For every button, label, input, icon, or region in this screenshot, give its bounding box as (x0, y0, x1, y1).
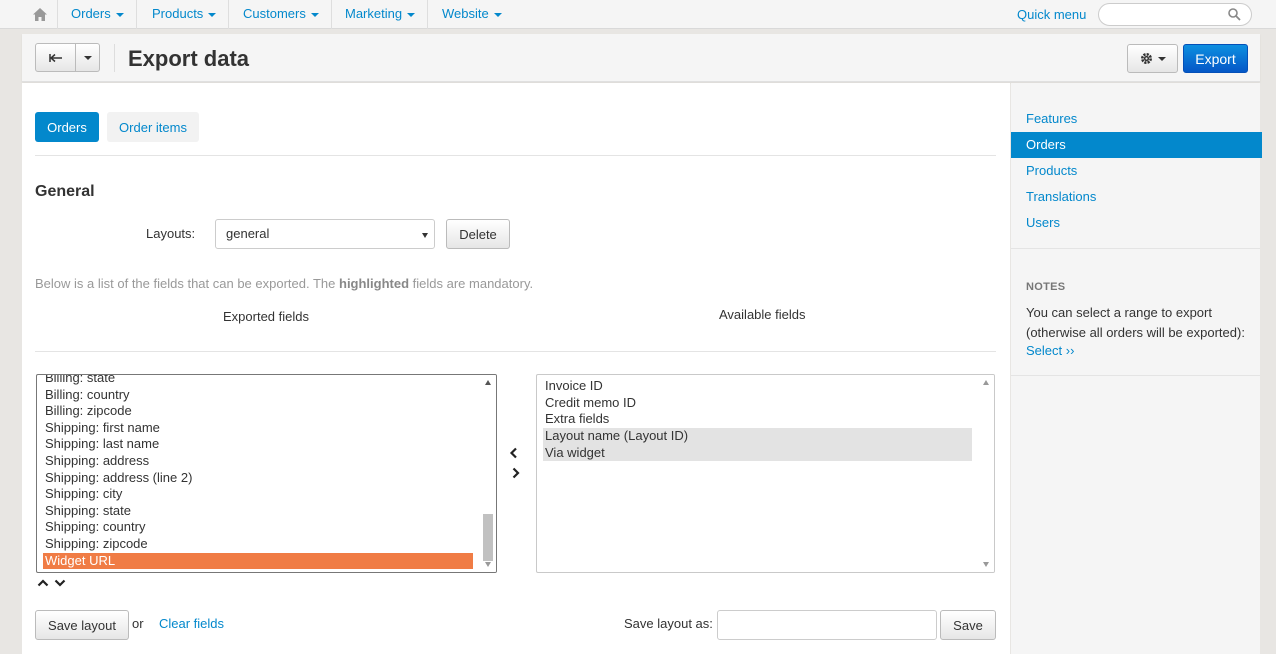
export-button[interactable]: Export (1183, 44, 1248, 73)
help-text: Below is a list of the fields that can b… (35, 276, 533, 291)
list-item[interactable]: Shipping: zipcode (43, 536, 148, 553)
top-navigation: Orders Products Customers Marketing Webs… (0, 0, 1276, 29)
quick-menu-link[interactable]: Quick menu (1017, 0, 1086, 29)
scroll-down-icon[interactable] (983, 562, 989, 567)
divider (35, 155, 996, 156)
list-item[interactable]: Shipping: last name (43, 436, 159, 453)
list-item-selected[interactable]: Widget URL (43, 552, 473, 570)
divider (114, 44, 115, 72)
list-item-selected[interactable]: Layout name (Layout ID) (543, 428, 972, 445)
divider (35, 351, 996, 352)
scroll-thumb[interactable] (483, 514, 493, 561)
home-icon (32, 8, 47, 21)
sidebar-item-features[interactable]: Features (1011, 106, 1262, 132)
scrollbar[interactable] (979, 375, 994, 572)
list-item[interactable]: Billing: state (43, 375, 115, 387)
layouts-select-value: general (226, 226, 270, 241)
sidebar-item-orders[interactable]: Orders (1011, 132, 1262, 158)
scroll-up-icon[interactable] (485, 380, 491, 385)
list-item[interactable]: Shipping: first name (43, 420, 160, 437)
list-item[interactable]: Billing: country (43, 387, 130, 404)
divider (1011, 248, 1260, 249)
notes-text: You can select a range to export (otherw… (1026, 305, 1245, 340)
list-item[interactable]: Shipping: country (43, 519, 145, 536)
nav-customers-label: Customers (243, 6, 306, 21)
chevron-down-icon (493, 12, 502, 17)
move-down-icon[interactable] (54, 578, 66, 588)
tab-orders[interactable]: Orders (35, 112, 99, 142)
move-right-icon[interactable] (511, 467, 521, 479)
section-title-general: General (35, 183, 95, 200)
exported-fields-label: Exported fields (223, 309, 309, 324)
available-fields-list[interactable]: Invoice ID Credit memo ID Extra fields L… (536, 374, 995, 573)
save-layout-button[interactable]: Save layout (35, 610, 129, 640)
sidebar: Features Orders Products Translations Us… (1011, 83, 1262, 654)
chevron-down-icon (1157, 56, 1166, 61)
available-fields-label: Available fields (719, 307, 806, 322)
chevron-down-icon (83, 55, 92, 60)
tab-order-items[interactable]: Order items (107, 112, 199, 142)
sidebar-item-users[interactable]: Users (1011, 210, 1262, 236)
scrollbar[interactable] (481, 375, 496, 572)
exported-fields-list[interactable]: Billing: state Billing: country Billing:… (36, 374, 497, 573)
gear-icon (1140, 53, 1152, 64)
nav-orders-label: Orders (71, 6, 111, 21)
move-left-icon[interactable] (509, 447, 519, 459)
nav-website[interactable]: Website (430, 0, 514, 29)
nav-marketing-label: Marketing (345, 6, 403, 21)
back-arrow-icon (48, 53, 62, 62)
settings-button[interactable] (1127, 44, 1178, 73)
notes-title: NOTES (1026, 281, 1066, 293)
move-up-icon[interactable] (37, 578, 49, 588)
home-button[interactable] (22, 0, 58, 29)
list-item[interactable]: Credit memo ID (543, 395, 636, 412)
chevron-down-icon (115, 12, 124, 17)
main-content: Orders Order items General Layouts: gene… (22, 83, 1010, 654)
clear-fields-link[interactable]: Clear fields (159, 616, 224, 631)
page-header: Export data Export (22, 34, 1260, 82)
search-input[interactable] (1098, 3, 1252, 26)
page-title: Export data (128, 46, 250, 71)
save-button[interactable]: Save (940, 610, 996, 640)
divider (1011, 375, 1260, 376)
nav-customers[interactable]: Customers (231, 0, 332, 29)
list-item[interactable]: Shipping: address (43, 453, 149, 470)
scroll-up-icon[interactable] (983, 380, 989, 385)
chevron-down-icon (310, 12, 319, 17)
delete-layout-button[interactable]: Delete (446, 219, 510, 249)
chevron-down-icon (422, 233, 428, 238)
nav-marketing[interactable]: Marketing (333, 0, 429, 29)
help-text-suffix: fields are mandatory. (409, 276, 534, 291)
sidebar-item-products[interactable]: Products (1011, 158, 1262, 184)
select-range-link[interactable]: Select ›› (1026, 343, 1074, 358)
back-dropdown-button[interactable] (76, 43, 100, 72)
back-button[interactable] (35, 43, 76, 72)
nav-orders[interactable]: Orders (59, 0, 137, 29)
list-item[interactable]: Shipping: address (line 2) (43, 470, 192, 487)
search-icon[interactable] (1228, 8, 1241, 21)
list-item[interactable]: Invoice ID (543, 378, 603, 395)
or-text: or (132, 616, 144, 631)
list-item[interactable]: Shipping: city (43, 486, 122, 503)
list-item[interactable]: Extra fields (543, 411, 609, 428)
nav-website-label: Website (442, 6, 489, 21)
scroll-down-icon[interactable] (485, 562, 491, 567)
sidebar-item-translations[interactable]: Translations (1011, 184, 1262, 210)
nav-products-label: Products (152, 6, 204, 21)
help-text-prefix: Below is a list of the fields that can b… (35, 276, 339, 291)
nav-products[interactable]: Products (140, 0, 230, 29)
chevron-down-icon (208, 12, 217, 17)
list-item[interactable]: Billing: zipcode (43, 403, 132, 420)
layouts-select[interactable]: general (215, 219, 435, 249)
chevron-down-icon (407, 12, 416, 17)
save-layout-as-label: Save layout as: (624, 616, 713, 631)
save-layout-as-input[interactable] (717, 610, 937, 640)
back-button-group (35, 43, 100, 72)
layouts-label: Layouts: (146, 226, 196, 241)
list-item-selected[interactable]: Via widget (543, 444, 972, 462)
help-text-bold: highlighted (339, 276, 410, 291)
list-item[interactable]: Shipping: state (43, 503, 131, 520)
